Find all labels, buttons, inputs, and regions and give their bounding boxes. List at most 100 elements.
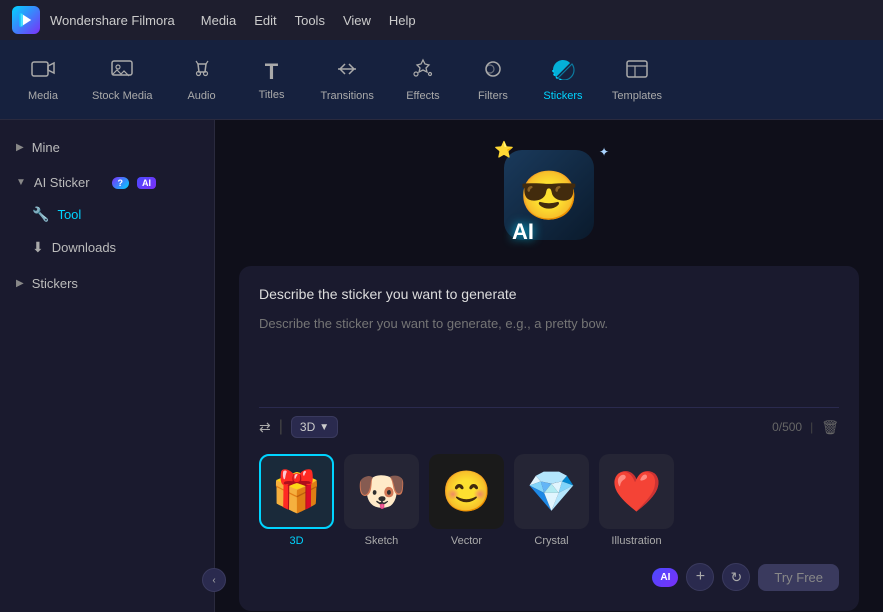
menu-help[interactable]: Help: [389, 13, 416, 28]
menu-file[interactable]: Media: [201, 13, 236, 28]
style-option-3d[interactable]: 🎁 3D: [259, 454, 334, 547]
style-option-illustration-img: ❤️: [599, 454, 674, 529]
stock-media-label: Stock Media: [92, 90, 153, 102]
toolbar-item-stickers[interactable]: Stickers: [528, 50, 598, 110]
try-free-button[interactable]: Try Free: [758, 564, 839, 591]
style-option-illustration[interactable]: ❤️ Illustration: [599, 454, 674, 547]
sidebar-section-mine: ▶ Mine: [0, 130, 214, 165]
sidebar-item-mine[interactable]: ▶ Mine: [0, 132, 214, 163]
transitions-label: Transitions: [321, 90, 374, 102]
app-name: Wondershare Filmora: [50, 13, 175, 28]
style-option-crystal-img: 💎: [514, 454, 589, 529]
toolbar-item-templates[interactable]: Templates: [598, 50, 676, 110]
style-option-crystal[interactable]: 💎 Crystal: [514, 454, 589, 547]
ai-sticker-arrow-icon: ▼: [16, 177, 26, 188]
separator: |: [279, 418, 283, 436]
ai-label-badge: AI: [137, 177, 156, 189]
style-option-sketch[interactable]: 🐶 Sketch: [344, 454, 419, 547]
style-option-sketch-label: Sketch: [365, 535, 399, 547]
effects-label: Effects: [406, 90, 439, 102]
sidebar-item-ai-sticker-label: AI Sticker: [34, 175, 90, 190]
tool-icon: 🔧: [32, 206, 49, 223]
style-option-vector[interactable]: 😊 Vector: [429, 454, 504, 547]
toolbar-item-media[interactable]: Media: [8, 50, 78, 110]
media-label: Media: [28, 90, 58, 102]
add-credits-button[interactable]: +: [686, 563, 714, 591]
sticker-emoji-container: 😎 ⭐ ✦ AI: [484, 140, 614, 250]
titles-icon: T: [265, 59, 278, 85]
templates-label: Templates: [612, 90, 662, 102]
toolbar-item-audio[interactable]: Audio: [167, 50, 237, 110]
transitions-icon: [335, 58, 359, 86]
sidebar-item-tool[interactable]: 🔧 Tool: [0, 198, 214, 231]
ai-badge-label: AI: [660, 572, 670, 583]
menu-view[interactable]: View: [343, 13, 371, 28]
sidebar-item-stickers[interactable]: ▶ Stickers: [0, 268, 214, 299]
style-options: 🎁 3D 🐶 Sketch 😊 Vector: [259, 454, 839, 547]
toolbar-item-transitions[interactable]: Transitions: [307, 50, 388, 110]
toolbar-item-effects[interactable]: Effects: [388, 50, 458, 110]
sidebar-collapse-button[interactable]: ‹: [202, 568, 226, 592]
main-layout: ▶ Mine ▼ AI Sticker ? AI 🔧 Tool ⬇ Downlo…: [0, 120, 883, 612]
style-option-vector-label: Vector: [451, 535, 482, 547]
downloads-icon: ⬇: [32, 239, 44, 256]
toolbar-item-filters[interactable]: Filters: [458, 50, 528, 110]
generate-form: Describe the sticker you want to generat…: [239, 266, 859, 611]
refresh-icon: ↻: [730, 569, 742, 586]
ai-question-badge: ?: [112, 177, 130, 189]
templates-icon: [625, 58, 649, 86]
audio-label: Audio: [187, 90, 215, 102]
trash-icon[interactable]: 🗑: [821, 419, 839, 436]
form-controls-left: ⇄ | 3D ▼: [259, 416, 338, 438]
effects-icon: [411, 58, 435, 86]
form-controls: ⇄ | 3D ▼ 0/500 | 🗑: [259, 416, 839, 438]
stickers-icon: [551, 58, 575, 86]
style-option-3d-img: 🎁: [259, 454, 334, 529]
filters-icon: [481, 58, 505, 86]
toolbar-item-titles[interactable]: T Titles: [237, 51, 307, 109]
menu-edit[interactable]: Edit: [254, 13, 276, 28]
app-logo: [12, 6, 40, 34]
style-option-sketch-emoji: 🐶: [357, 468, 407, 515]
style-option-vector-emoji: 😊: [442, 468, 492, 515]
style-option-sketch-img: 🐶: [344, 454, 419, 529]
stickers-label: Stickers: [543, 90, 582, 102]
media-icon: [31, 58, 55, 86]
chevron-down-icon: ▼: [319, 422, 329, 433]
ai-credit-badge: AI: [652, 568, 678, 587]
titlebar: Wondershare Filmora Media Edit Tools Vie…: [0, 0, 883, 40]
sidebar-item-downloads-label: Downloads: [52, 240, 116, 255]
sticker-description-input[interactable]: [259, 314, 839, 394]
sidebar-item-ai-sticker[interactable]: ▼ AI Sticker ? AI: [0, 167, 214, 198]
add-icon: +: [696, 568, 705, 586]
sticker-preview: 😎 ⭐ ✦ AI: [474, 140, 624, 250]
sticker-face-emoji: 😎: [519, 167, 579, 224]
content-area: 😎 ⭐ ✦ AI Describe the sticker you want t…: [215, 120, 883, 612]
refresh-button[interactable]: ↻: [722, 563, 750, 591]
menu-bar: Media Edit Tools View Help: [201, 13, 416, 28]
audio-icon: [191, 58, 213, 86]
sidebar-section-ai-sticker: ▼ AI Sticker ? AI 🔧 Tool ⬇ Downloads: [0, 165, 214, 266]
mine-arrow-icon: ▶: [16, 142, 24, 153]
form-title: Describe the sticker you want to generat…: [259, 286, 839, 302]
sticker-star1-icon: ⭐: [494, 140, 514, 160]
style-dropdown[interactable]: 3D ▼: [291, 416, 338, 438]
style-dropdown-value: 3D: [300, 420, 315, 434]
style-option-crystal-emoji: 💎: [527, 468, 577, 515]
menu-tools[interactable]: Tools: [295, 13, 325, 28]
style-option-illustration-emoji: ❤️: [612, 468, 662, 515]
sidebar-item-stickers-label: Stickers: [32, 276, 78, 291]
sidebar-section-stickers: ▶ Stickers: [0, 266, 214, 301]
style-option-vector-img: 😊: [429, 454, 504, 529]
filters-label: Filters: [478, 90, 508, 102]
titles-label: Titles: [259, 89, 285, 101]
toolbar-item-stock-media[interactable]: Stock Media: [78, 50, 167, 110]
stickers-arrow-icon: ▶: [16, 278, 24, 289]
form-divider: [259, 407, 839, 408]
char-divider: |: [810, 420, 813, 434]
style-option-3d-emoji: 🎁: [272, 468, 322, 515]
sidebar-item-downloads[interactable]: ⬇ Downloads: [0, 231, 214, 264]
shuffle-icon[interactable]: ⇄: [259, 419, 271, 436]
char-count: 0/500 | 🗑: [772, 419, 839, 436]
collapse-icon: ‹: [212, 575, 215, 586]
